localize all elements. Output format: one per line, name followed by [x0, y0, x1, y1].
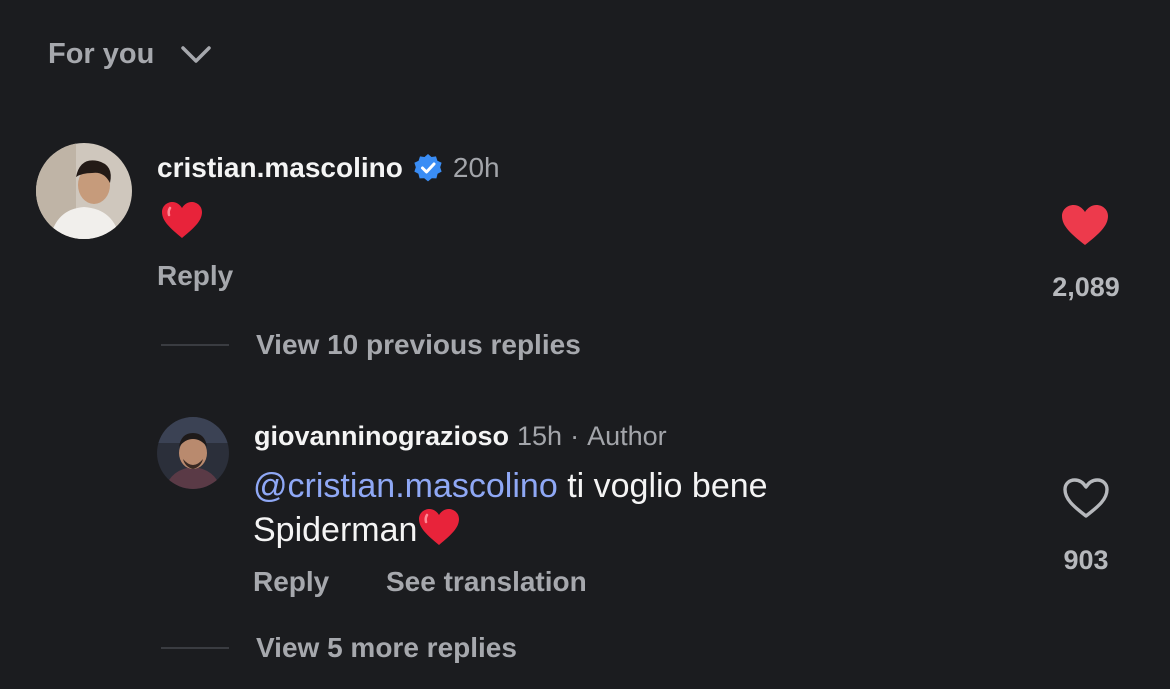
like-button[interactable]: [1060, 203, 1110, 247]
red-heart-emoji-icon: [160, 200, 204, 245]
reply-username[interactable]: giovanninograzioso: [254, 421, 509, 452]
reply-button[interactable]: Reply: [253, 566, 329, 598]
feed-filter-dropdown[interactable]: For you: [48, 38, 212, 71]
reply-text-line1: ti voglio bene: [567, 467, 768, 505]
avatar[interactable]: [36, 143, 132, 239]
reply-button[interactable]: Reply: [157, 260, 233, 292]
like-count: 903: [1063, 545, 1109, 575]
chevron-down-icon: [180, 45, 212, 65]
avatar[interactable]: [157, 417, 229, 489]
heart-outline-icon: [1061, 476, 1111, 520]
feed-filter-label: For you: [48, 38, 155, 70]
reply-header: giovanninograzioso 15h · Author: [254, 421, 667, 452]
view-more-replies-button[interactable]: View 5 more replies: [256, 632, 517, 664]
reply-timestamp: 15h: [517, 421, 563, 451]
see-translation-button[interactable]: See translation: [386, 566, 587, 598]
comment-header: cristian.mascolino 20h: [157, 152, 500, 184]
reply-text-line2: Spiderman: [253, 511, 418, 549]
thread-divider: [161, 344, 229, 346]
thread-divider: [161, 647, 229, 649]
comment-timestamp: 20h: [452, 152, 500, 183]
heart-filled-icon: [1060, 203, 1110, 247]
mention-link[interactable]: @cristian.mascolino: [253, 467, 558, 505]
meta-separator: ·: [570, 421, 580, 451]
red-heart-emoji-icon: [417, 507, 461, 557]
reply-text: @cristian.mascolino ti voglio bene Spide…: [253, 465, 1013, 557]
like-button[interactable]: [1061, 476, 1111, 520]
author-label: Author: [587, 421, 667, 451]
verified-badge-icon: [413, 153, 443, 183]
like-count: 2,089: [1052, 272, 1120, 302]
view-previous-replies-button[interactable]: View 10 previous replies: [256, 329, 581, 361]
comment-username[interactable]: cristian.mascolino: [157, 152, 403, 184]
